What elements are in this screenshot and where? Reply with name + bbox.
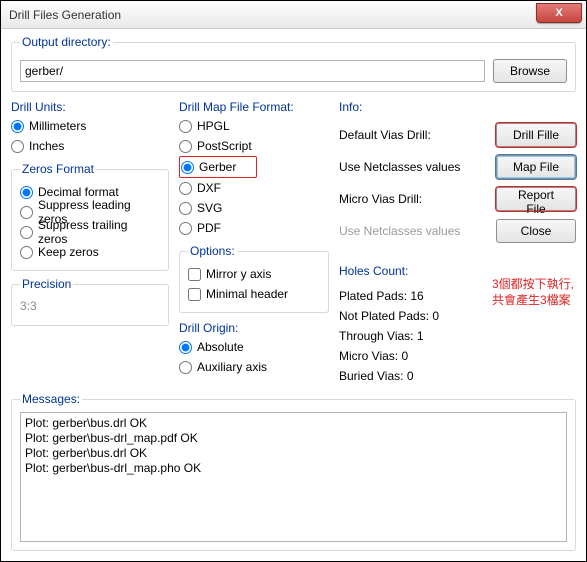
zeros-format-group: Zeros Format Decimal format Suppress lea… <box>11 162 169 271</box>
drill-map-title: Drill Map File Format: <box>179 100 329 114</box>
precision-value: 3:3 <box>20 297 160 317</box>
drill-file-button[interactable]: Drill Fille <box>496 123 576 147</box>
holes-not-plated: Not Plated Pads: 0 <box>339 306 576 326</box>
holes-micro: Micro Vias: 0 <box>339 346 576 366</box>
close-button[interactable]: Close <box>496 219 576 243</box>
report-file-button[interactable]: Report File <box>496 187 576 211</box>
radio-inches[interactable]: Inches <box>11 136 169 156</box>
check-minimal-header[interactable]: Minimal header <box>188 284 320 304</box>
radio-millimeters[interactable]: Millimeters <box>11 116 169 136</box>
annotation-text: 3個都按下執行, 共會產生3檔案 <box>492 276 574 308</box>
radio-auxiliary-axis[interactable]: Auxiliary axis <box>179 357 329 377</box>
radio-svg[interactable]: SVG <box>179 198 329 218</box>
precision-group: Precision 3:3 <box>11 277 169 326</box>
radio-suppress-trailing[interactable]: Suppress trailing zeros <box>20 222 160 242</box>
info-micro-vias: Micro Vias Drill: <box>339 192 490 206</box>
zeros-format-title: Zeros Format <box>20 162 96 176</box>
drill-units-title: Drill Units: <box>11 100 169 114</box>
browse-button[interactable]: Browse <box>493 59 567 83</box>
radio-hpgl[interactable]: HPGL <box>179 116 329 136</box>
holes-through: Through Vias: 1 <box>339 326 576 346</box>
info-use-netclasses-1: Use Netclasses values <box>339 160 490 174</box>
output-directory-group: Output directory: Browse <box>11 35 576 92</box>
radio-postscript[interactable]: PostScript <box>179 136 329 156</box>
close-icon[interactable]: X <box>536 3 582 23</box>
info-title: Info: <box>339 100 576 114</box>
radio-pdf[interactable]: PDF <box>179 218 329 238</box>
messages-area[interactable]: Plot: gerber\bus.drl OKPlot: gerber\bus-… <box>20 412 567 542</box>
window-title: Drill Files Generation <box>9 8 121 22</box>
info-default-vias: Default Vias Drill: <box>339 128 490 142</box>
output-directory-input[interactable] <box>20 60 485 82</box>
holes-buried: Buried Vias: 0 <box>339 366 576 386</box>
options-group: Options: Mirror y axis Minimal header <box>179 244 329 313</box>
radio-absolute[interactable]: Absolute <box>179 337 329 357</box>
map-file-button[interactable]: Map File <box>496 155 576 179</box>
messages-title: Messages: <box>20 392 82 406</box>
info-use-netclasses-2: Use Netclasses values <box>339 224 490 238</box>
radio-dxf[interactable]: DXF <box>179 178 329 198</box>
options-title: Options: <box>188 244 237 258</box>
messages-group: Messages: Plot: gerber\bus.drl OKPlot: g… <box>11 392 576 551</box>
precision-title: Precision <box>20 277 73 291</box>
titlebar: Drill Files Generation X <box>1 1 586 29</box>
radio-gerber[interactable]: Gerber <box>181 157 236 177</box>
drill-origin-title: Drill Origin: <box>179 321 329 335</box>
check-mirror-y[interactable]: Mirror y axis <box>188 264 320 284</box>
dialog-window: Drill Files Generation X Output director… <box>0 0 587 562</box>
output-directory-label: Output directory: <box>20 35 113 49</box>
